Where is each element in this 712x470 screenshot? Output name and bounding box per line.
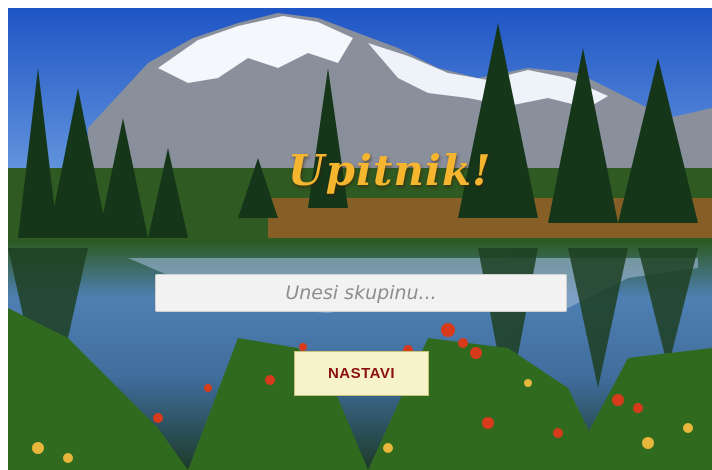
group-input[interactable] [155, 274, 567, 312]
continue-button[interactable]: NASTAVI [294, 351, 429, 396]
background-scene: Upitnik! [8, 8, 712, 470]
page-title: Upitnik! [288, 146, 492, 195]
mountain-lake-image [8, 8, 712, 470]
